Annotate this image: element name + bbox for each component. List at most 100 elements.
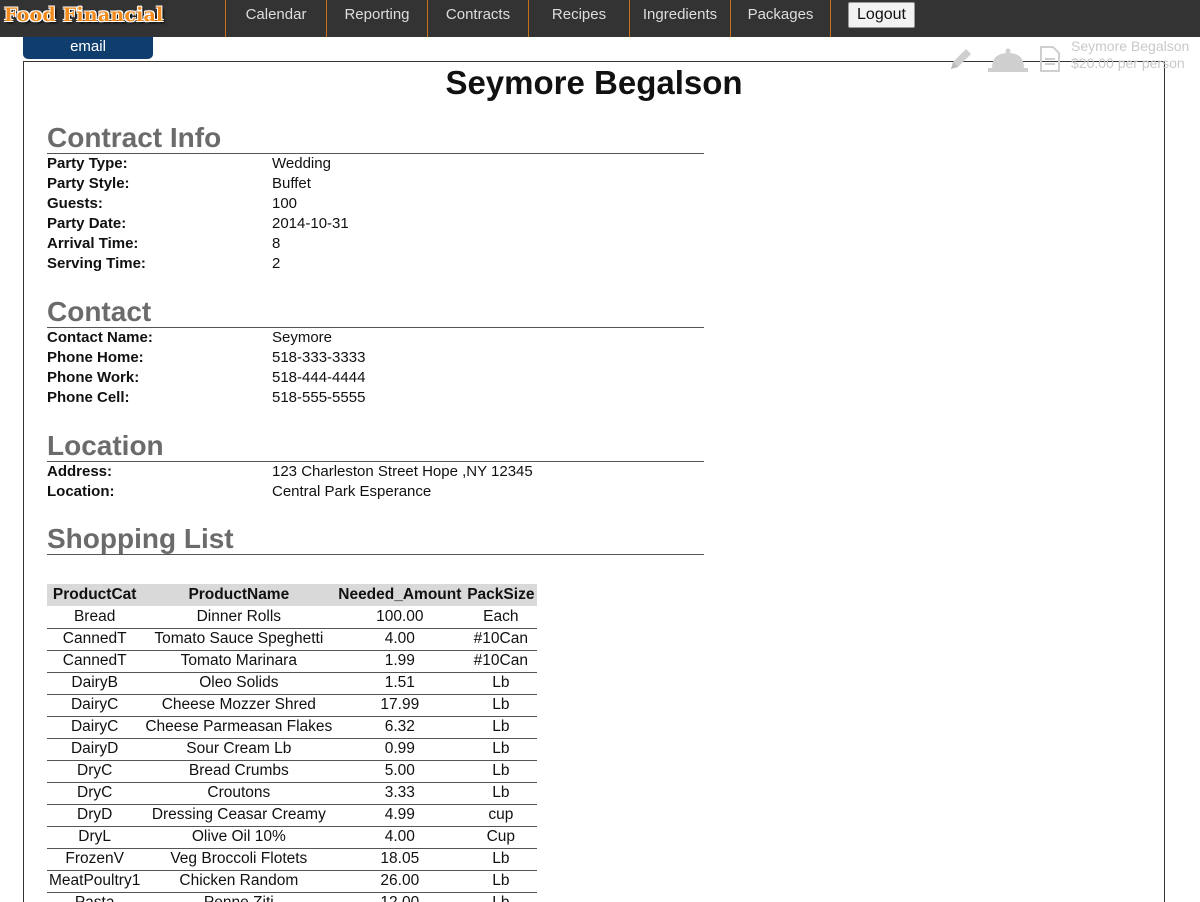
- column-header: Needed_Amount: [335, 584, 465, 606]
- table-cell: DairyC: [47, 694, 143, 717]
- table-cell: Tomato Sauce Speghetti: [142, 628, 336, 651]
- table-cell: Lb: [464, 760, 538, 783]
- table-cell: Cup: [464, 826, 538, 849]
- top-nav-bar: Food Financial Calendar Reporting Contra…: [0, 0, 1200, 37]
- field-value: Wedding: [272, 155, 331, 172]
- table-row: FrozenV Veg Broccoli Flotets 18.05 Lb: [47, 848, 538, 871]
- field-row: Address: 123 Charleston Street Hope ,NY 1…: [47, 462, 704, 482]
- table-cell: Lb: [464, 694, 538, 717]
- document-icon[interactable]: [1038, 44, 1062, 74]
- service-bell-icon[interactable]: [986, 44, 1030, 74]
- nav-ingredients[interactable]: Ingredients: [629, 0, 730, 37]
- table-cell: Lb: [464, 848, 538, 871]
- contact-heading: Contact: [47, 297, 704, 328]
- field-label: Address:: [47, 463, 113, 480]
- location-heading: Location: [47, 431, 704, 462]
- table-row: DairyD Sour Cream Lb 0.99 Lb: [47, 738, 538, 761]
- field-label: Contact Name:: [47, 329, 153, 346]
- table-row: CannedT Tomato Sauce Speghetti 4.00 #10Can: [47, 628, 538, 651]
- summary-name: Seymore Begalson: [1071, 38, 1190, 54]
- field-row: Party Style: Buffet: [47, 174, 704, 194]
- table-cell: 4.00: [335, 628, 465, 651]
- table-cell: Oleo Solids: [142, 672, 336, 695]
- field-value: 518-333-3333: [272, 349, 366, 366]
- field-label: Phone Work:: [47, 369, 140, 386]
- field-value: 518-444-4444: [272, 369, 366, 386]
- table-cell: 4.00: [335, 826, 465, 849]
- nav-contracts[interactable]: Contracts: [427, 0, 528, 37]
- field-label: Party Date:: [47, 215, 127, 232]
- contract-actions: [946, 44, 1062, 74]
- table-cell: #10Can: [464, 628, 538, 651]
- table-row: DryC Croutons 3.33 Lb: [47, 782, 538, 805]
- shopping-list-heading: Shopping List: [47, 524, 704, 555]
- table-row: DryD Dressing Ceasar Creamy 4.99 cup: [47, 804, 538, 827]
- table-cell: DairyC: [47, 716, 143, 739]
- table-cell: DryC: [47, 782, 143, 805]
- nav-reporting[interactable]: Reporting: [326, 0, 427, 37]
- table-cell: Lb: [464, 892, 538, 902]
- field-label: Arrival Time:: [47, 235, 139, 252]
- field-value: 518-555-5555: [272, 389, 366, 406]
- field-row: Location: Central Park Esperance: [47, 482, 704, 502]
- contract-info-section: Contract Info Party Type: Wedding Party S…: [47, 123, 704, 274]
- contact-section: Contact Contact Name: Seymore Phone Home:…: [47, 297, 704, 408]
- table-cell: 17.99: [335, 694, 465, 717]
- table-row: PastaPenne Ziti12.00Lb: [47, 892, 538, 902]
- table-header-row: ProductCat ProductName Needed_Amount Pac…: [47, 584, 538, 606]
- field-label: Phone Cell:: [47, 389, 130, 406]
- field-row: Party Date: 2014-10-31: [47, 214, 704, 234]
- table-cell: Lb: [464, 738, 538, 761]
- field-value: Central Park Esperance: [272, 483, 432, 500]
- table-cell: 1.99: [335, 650, 465, 673]
- nav-recipes[interactable]: Recipes: [528, 0, 629, 37]
- field-label: Party Style:: [47, 175, 130, 192]
- contract-detail-panel: Seymore Begalson Contract Info Party Typ…: [23, 61, 1165, 902]
- summary-price: $20.00 per person: [1071, 55, 1185, 71]
- table-cell: DryD: [47, 804, 143, 827]
- table-cell: 1.51: [335, 672, 465, 695]
- field-label: Phone Home:: [47, 349, 144, 366]
- table-cell: Dinner Rolls: [142, 606, 336, 629]
- table-cell: Pasta: [47, 892, 143, 902]
- table-cell: cup: [464, 804, 538, 827]
- table-cell: 18.05: [335, 848, 465, 871]
- table-cell: Each: [464, 606, 538, 629]
- field-row: Phone Work: 518-444-4444: [47, 368, 704, 388]
- shopping-list-table: ProductCat ProductName Needed_Amount Pac…: [47, 584, 538, 902]
- field-label: Location:: [47, 483, 115, 500]
- field-value: 2: [272, 255, 281, 272]
- table-cell: #10Can: [464, 650, 538, 673]
- nav-calendar[interactable]: Calendar: [225, 0, 326, 37]
- field-label: Party Type:: [47, 155, 128, 172]
- main-nav: Calendar Reporting Contracts Recipes Ing…: [225, 0, 831, 37]
- table-cell: 26.00: [335, 870, 465, 893]
- table-cell: 3.33: [335, 782, 465, 805]
- field-row: Party Type: Wedding: [47, 154, 704, 174]
- table-row: CannedT Tomato Marinara 1.99 #10Can: [47, 650, 538, 673]
- table-cell: Cheese Mozzer Shred: [142, 694, 336, 717]
- logout-button[interactable]: Logout: [848, 2, 915, 28]
- table-cell: Bread: [47, 606, 143, 629]
- location-section: Location Address: 123 Charleston Street H…: [47, 431, 704, 502]
- table-cell: 0.99: [335, 738, 465, 761]
- nav-packages[interactable]: Packages: [730, 0, 831, 37]
- table-cell: Lb: [464, 782, 538, 805]
- table-cell: MeatPoultry1: [47, 870, 143, 893]
- table-cell: Dressing Ceasar Creamy: [142, 804, 336, 827]
- table-cell: DryC: [47, 760, 143, 783]
- field-value: 8: [272, 235, 281, 252]
- email-tab[interactable]: email: [23, 37, 153, 59]
- field-value: 100: [272, 195, 298, 212]
- table-cell: Chicken Random: [142, 870, 336, 893]
- pencil-icon[interactable]: [946, 44, 976, 74]
- table-row: DryC Bread Crumbs 5.00 Lb: [47, 760, 538, 783]
- table-cell: FrozenV: [47, 848, 143, 871]
- table-row: DairyC Cheese Parmeasan Flakes 6.32 Lb: [47, 716, 538, 739]
- table-cell: Veg Broccoli Flotets: [142, 848, 336, 871]
- table-cell: DryL: [47, 826, 143, 849]
- table-cell: Bread Crumbs: [142, 760, 336, 783]
- app-logo[interactable]: Food Financial: [4, 4, 163, 26]
- table-cell: Lb: [464, 716, 538, 739]
- table-cell: Tomato Marinara: [142, 650, 336, 673]
